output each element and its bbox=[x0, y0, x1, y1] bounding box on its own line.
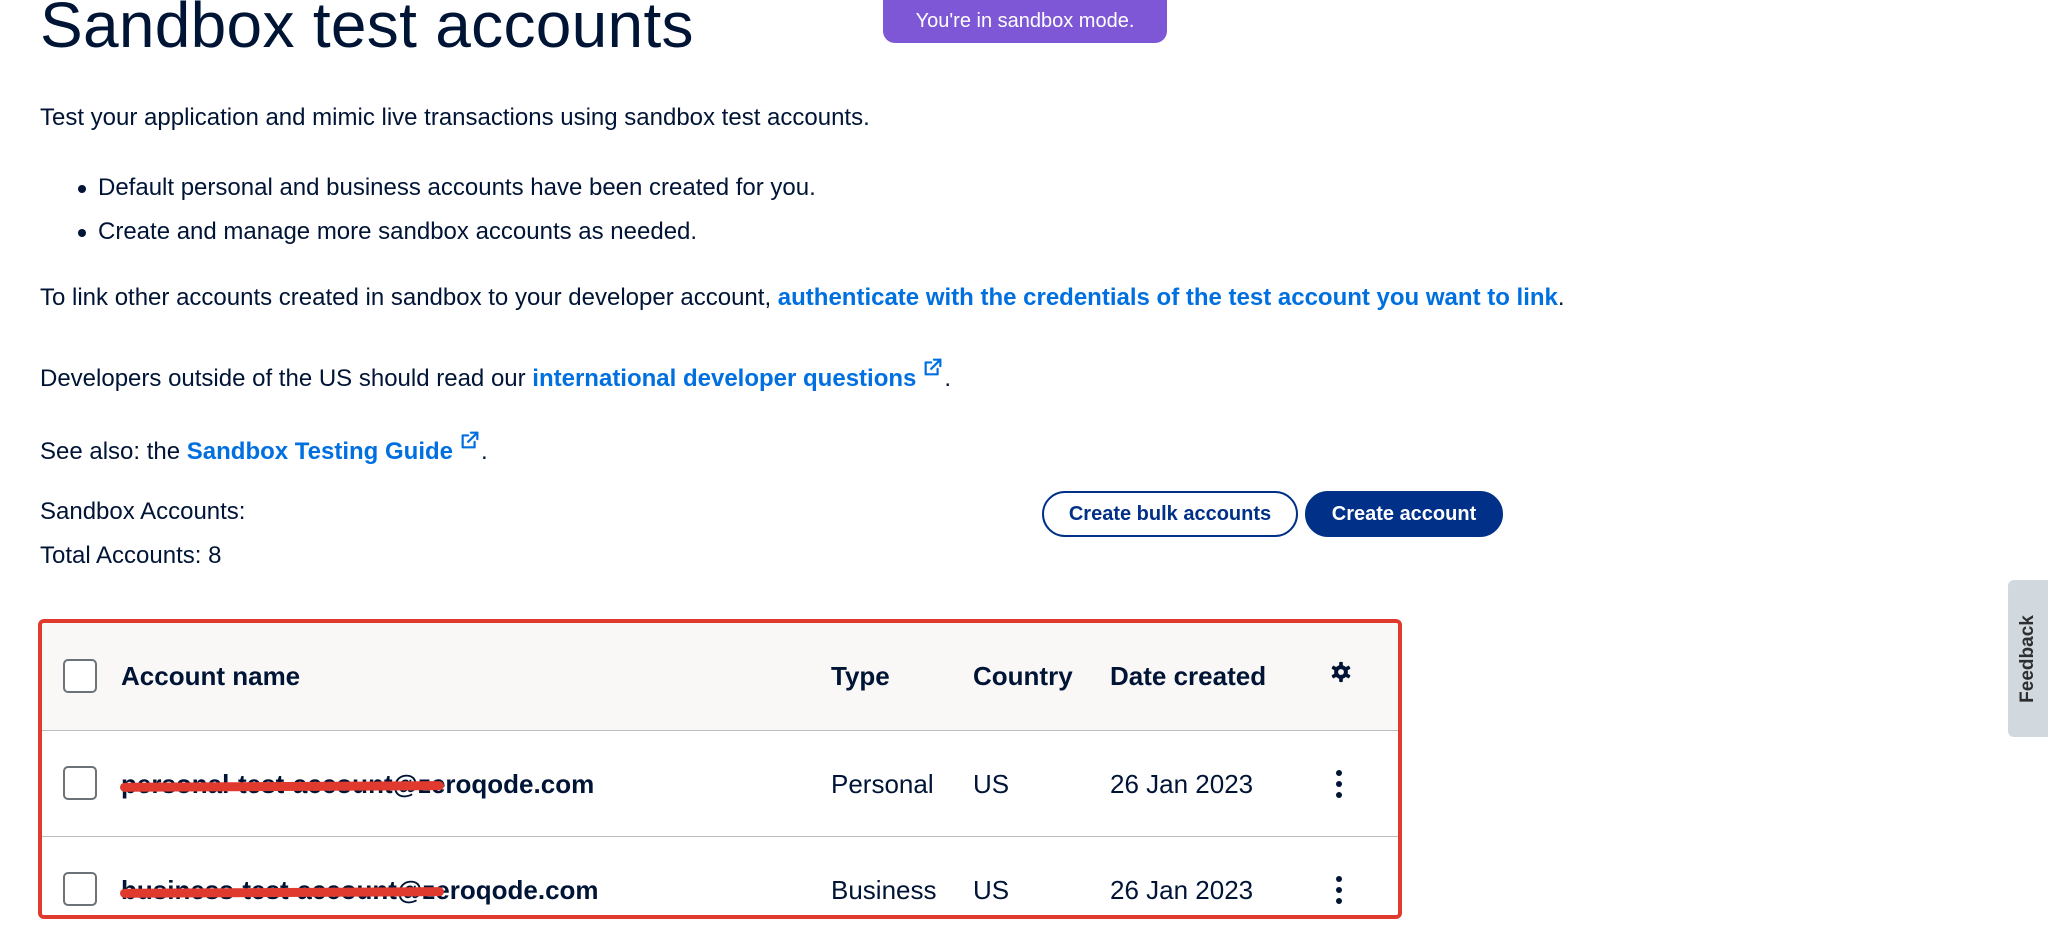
link-accounts-text: To link other accounts created in sandbo… bbox=[40, 284, 1565, 312]
table-header-row: Account name Type Country Date created bbox=[42, 623, 1398, 731]
gear-icon[interactable] bbox=[1330, 661, 1352, 683]
link-accounts-suffix: . bbox=[1557, 284, 1565, 311]
sandbox-accounts-label: Sandbox Accounts: bbox=[40, 498, 246, 525]
row-select-checkbox[interactable] bbox=[63, 872, 97, 906]
column-header-country[interactable]: Country bbox=[973, 661, 1073, 692]
table-row: business-test-account@zeroqode.com Busin… bbox=[42, 837, 1398, 915]
bullet-item: Default personal and business accounts h… bbox=[40, 172, 816, 216]
authenticate-credentials-link[interactable]: authenticate with the credentials of the… bbox=[778, 284, 1558, 311]
kebab-menu-icon[interactable] bbox=[1324, 873, 1354, 907]
column-header-date-created[interactable]: Date created bbox=[1110, 661, 1266, 692]
accounts-table: Account name Type Country Date created p bbox=[38, 619, 1402, 919]
total-accounts-label: Total Accounts: 8 bbox=[40, 542, 222, 569]
international-developers-text: Developers outside of the US should read… bbox=[40, 356, 951, 393]
see-also-text: See also: the Sandbox Testing Guide. bbox=[40, 429, 488, 466]
external-link-icon[interactable] bbox=[922, 356, 944, 378]
account-type-cell: Personal bbox=[831, 769, 934, 799]
feedback-tab[interactable]: Feedback bbox=[2008, 580, 2048, 737]
account-country-cell: US bbox=[973, 875, 1010, 905]
see-also-prefix: See also: the bbox=[40, 438, 187, 465]
create-bulk-accounts-button[interactable]: Create bulk accounts bbox=[1042, 491, 1298, 537]
intro-text: Test your application and mimic live tra… bbox=[40, 104, 870, 131]
column-header-type[interactable]: Type bbox=[831, 661, 890, 692]
redaction-mark bbox=[119, 887, 445, 898]
account-country-cell: US bbox=[973, 769, 1010, 799]
account-type-cell: Business bbox=[831, 875, 937, 905]
bullet-item: Create and manage more sandbox accounts … bbox=[40, 216, 816, 260]
info-bullet-list: Default personal and business accounts h… bbox=[40, 172, 816, 260]
account-date-cell: 26 Jan 2023 bbox=[1110, 769, 1254, 799]
page-title: Sandbox test accounts bbox=[40, 0, 694, 61]
sandbox-testing-guide-link[interactable]: Sandbox Testing Guide bbox=[187, 438, 453, 465]
create-account-button[interactable]: Create account bbox=[1305, 491, 1503, 537]
sandbox-accounts-page: Sandbox test accounts You're in sandbox … bbox=[0, 0, 2048, 937]
select-all-checkbox[interactable] bbox=[63, 659, 97, 693]
kebab-menu-icon[interactable] bbox=[1324, 767, 1354, 801]
column-header-account-name[interactable]: Account name bbox=[121, 661, 300, 692]
table-row: personal-test-account@zeroqode.com Perso… bbox=[42, 731, 1398, 837]
intl-prefix: Developers outside of the US should read… bbox=[40, 365, 533, 392]
sandbox-mode-badge: You're in sandbox mode. bbox=[883, 0, 1167, 43]
redaction-mark bbox=[119, 781, 445, 792]
row-select-checkbox[interactable] bbox=[63, 766, 97, 800]
link-accounts-prefix: To link other accounts created in sandbo… bbox=[40, 284, 778, 311]
international-developer-questions-link[interactable]: international developer questions bbox=[532, 365, 916, 392]
see-also-suffix: . bbox=[481, 438, 488, 465]
feedback-label: Feedback bbox=[2017, 614, 2038, 703]
account-date-cell: 26 Jan 2023 bbox=[1110, 875, 1254, 905]
external-link-icon[interactable] bbox=[459, 429, 481, 451]
intl-suffix: . bbox=[944, 365, 952, 392]
